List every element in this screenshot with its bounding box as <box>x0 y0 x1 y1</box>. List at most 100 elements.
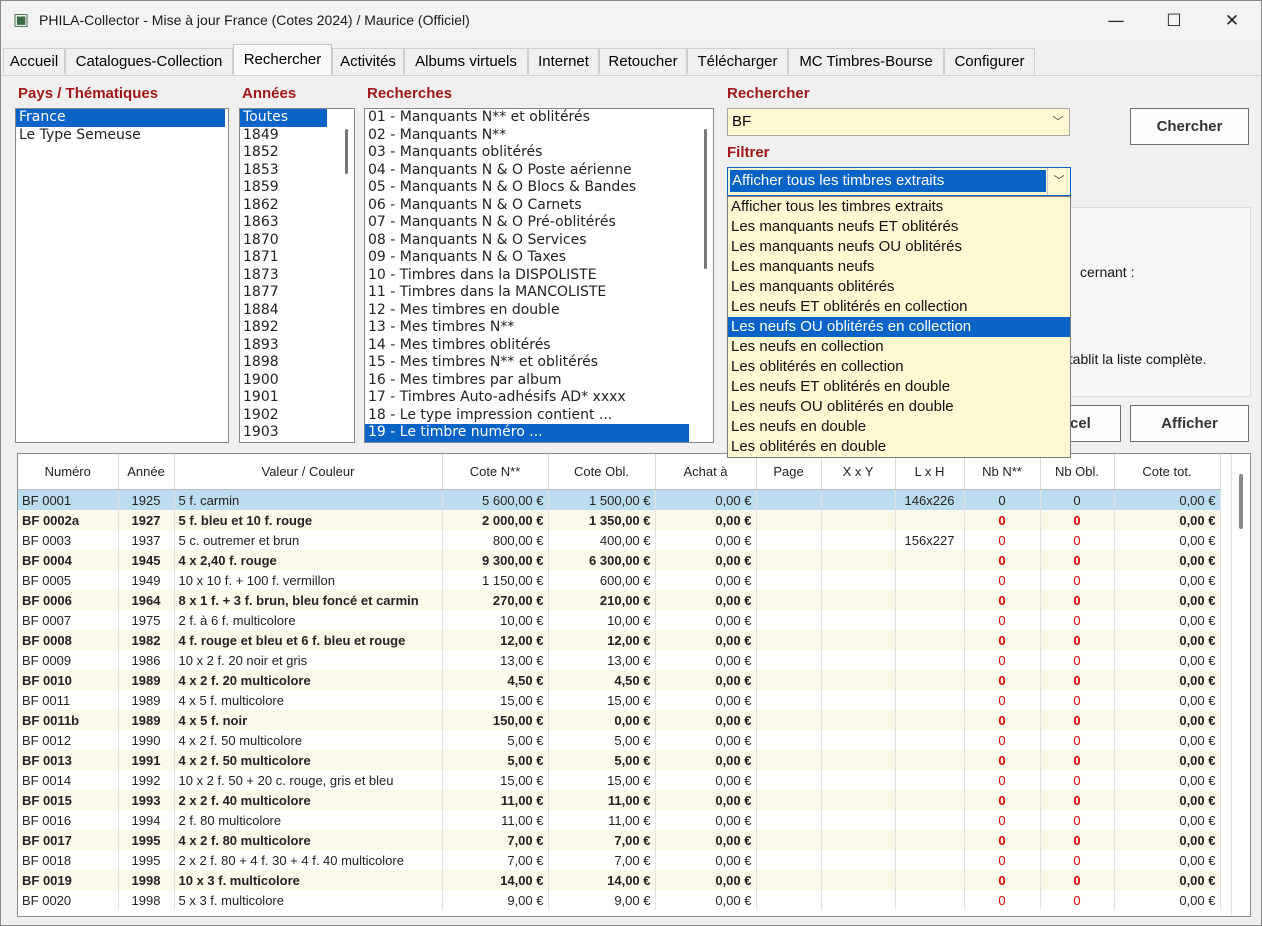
grid-scroll-thumb[interactable] <box>1239 474 1243 529</box>
recherche-item[interactable]: 09 - Manquants N & O Taxes <box>365 249 713 267</box>
table-row[interactable]: BF 0011 1989 4 x 5 f. multicolore 15,00 €15… <box>18 690 1221 710</box>
column-header[interactable]: Cote tot. <box>1114 454 1221 490</box>
recherche-item[interactable]: 07 - Manquants N & O Pré-oblitérés <box>365 214 713 232</box>
recherche-item[interactable]: 03 - Manquants oblitérés <box>365 144 713 162</box>
tab-retoucher[interactable]: Retoucher <box>599 48 687 74</box>
minimize-button[interactable]: — <box>1087 1 1145 41</box>
grid-scrollbar[interactable] <box>1231 454 1250 916</box>
column-header[interactable]: X x Y <box>821 454 896 490</box>
tab-rechercher[interactable]: Rechercher <box>233 44 332 75</box>
table-row[interactable]: BF 0014 1992 10 x 2 f. 50 + 20 c. rouge, g… <box>18 770 1221 790</box>
annee-item[interactable]: 1884 <box>240 302 354 320</box>
filtrer-option[interactable]: Les manquants neufs ET oblitérés <box>728 217 1070 237</box>
annee-item[interactable]: 1859 <box>240 179 354 197</box>
filtrer-option[interactable]: Les neufs ET oblitérés en double <box>728 377 1070 397</box>
recherche-item[interactable]: 18 - Le type impression contient ... <box>365 407 713 425</box>
filtrer-dropdown-list[interactable]: Afficher tous les timbres extraits Les ma… <box>727 196 1071 458</box>
table-row[interactable]: BF 0011b 1989 4 x 5 f. noir 150,00 €0,00 €0… <box>18 710 1221 730</box>
column-header[interactable]: Numéro <box>18 454 119 490</box>
recherche-item[interactable]: 17 - Timbres Auto-adhésifs AD* xxxx <box>365 389 713 407</box>
table-row[interactable]: BF 0017 1995 4 x 2 f. 80 multicolore 7,00 €… <box>18 830 1221 850</box>
annees-scroll-thumb[interactable] <box>345 129 348 174</box>
results-grid[interactable]: Numéro Année Valeur / Couleur Cote N** Cote … <box>17 453 1251 917</box>
annee-item[interactable]: 1877 <box>240 284 354 302</box>
table-row[interactable]: BF 0002a 1927 5 f. bleu et 10 f. rouge 2 00… <box>18 510 1221 530</box>
filtrer-option[interactable]: Les neufs en double <box>728 417 1070 437</box>
recherche-item[interactable]: 16 - Mes timbres par album <box>365 372 713 390</box>
filtrer-combo[interactable]: Afficher tous les timbres extraits ﹀ <box>727 167 1071 196</box>
annee-item[interactable]: 1870 <box>240 232 354 250</box>
filtrer-option[interactable]: Les neufs ET oblitérés en collection <box>728 297 1070 317</box>
recherche-item[interactable]: 01 - Manquants N** et oblitérés <box>365 109 713 127</box>
tab-activites[interactable]: Activités <box>332 48 404 74</box>
annee-item[interactable]: 1852 <box>240 144 354 162</box>
table-row[interactable]: BF 0013 1991 4 x 2 f. 50 multicolore 5,00 €… <box>18 750 1221 770</box>
filtrer-option[interactable]: Les neufs OU oblitérés en collection <box>728 317 1070 337</box>
maximize-button[interactable]: ☐ <box>1145 1 1203 41</box>
filtrer-option[interactable]: Les oblitérés en double <box>728 437 1070 457</box>
annee-item[interactable]: 1849 <box>240 127 354 145</box>
table-row[interactable]: BF 0001 1925 5 f. carmin 5 600,00 €1 500,00… <box>18 489 1221 510</box>
recherche-item[interactable]: 12 - Mes timbres en double <box>365 302 713 320</box>
column-header[interactable]: Nb Obl. <box>1040 454 1115 490</box>
table-row[interactable]: BF 0007 1975 2 f. à 6 f. multicolore 10,00 … <box>18 610 1221 630</box>
chevron-down-icon[interactable]: ﹀ <box>1047 168 1070 195</box>
tab-telecharger[interactable]: Télécharger <box>687 48 788 74</box>
table-row[interactable]: BF 0020 1998 5 x 3 f. multicolore 9,00 €9,0… <box>18 890 1221 910</box>
filtrer-option[interactable]: Les manquants neufs <box>728 257 1070 277</box>
filtrer-option[interactable]: Afficher tous les timbres extraits <box>728 197 1070 217</box>
annees-scrollbar[interactable] <box>340 109 354 442</box>
recherche-item[interactable]: 13 - Mes timbres N** <box>365 319 713 337</box>
table-row[interactable]: BF 0008 1982 4 f. rouge et bleu et 6 f. bl… <box>18 630 1221 650</box>
annee-item[interactable]: 1893 <box>240 337 354 355</box>
table-row[interactable]: BF 0005 1949 10 x 10 f. + 100 f. vermillon… <box>18 570 1221 590</box>
table-row[interactable]: BF 0004 1945 4 x 2,40 f. rouge 9 300,00 €6 … <box>18 550 1221 570</box>
recherche-item[interactable]: 15 - Mes timbres N** et oblitérés <box>365 354 713 372</box>
column-header[interactable]: Valeur / Couleur <box>174 454 443 490</box>
filtrer-option[interactable]: Les manquants oblitérés <box>728 277 1070 297</box>
pays-listbox[interactable]: France Le Type Semeuse <box>15 108 229 443</box>
column-header[interactable]: Cote Obl. <box>548 454 656 490</box>
tab-catalogues-collection[interactable]: Catalogues-Collection <box>65 48 233 74</box>
annee-item[interactable]: 1871 <box>240 249 354 267</box>
column-header[interactable]: Nb N** <box>964 454 1041 490</box>
annee-item[interactable]: 1862 <box>240 197 354 215</box>
tab-configurer[interactable]: Configurer <box>944 48 1035 74</box>
recherche-item[interactable]: 05 - Manquants N & O Blocs & Bandes <box>365 179 713 197</box>
table-row[interactable]: BF 0016 1994 2 f. 80 multicolore 11,00 €11,… <box>18 810 1221 830</box>
column-header[interactable]: Année <box>118 454 175 490</box>
recherche-item[interactable]: 11 - Timbres dans la MANCOLISTE <box>365 284 713 302</box>
table-row[interactable]: BF 0018 1995 2 x 2 f. 80 + 4 f. 30 + 4 f. … <box>18 850 1221 870</box>
filtrer-option[interactable]: Les manquants neufs OU oblitérés <box>728 237 1070 257</box>
table-row[interactable]: BF 0010 1989 4 x 2 f. 20 multicolore 4,50 €… <box>18 670 1221 690</box>
column-header[interactable]: L x H <box>895 454 965 490</box>
tab-mc-timbres-bourse[interactable]: MC Timbres-Bourse <box>788 48 944 74</box>
rechercher-combo[interactable]: BF ﹀ <box>727 108 1070 136</box>
annee-item[interactable]: Toutes <box>240 109 327 127</box>
recherches-listbox[interactable]: 01 - Manquants N** et oblitérés 02 - Manq… <box>364 108 714 443</box>
annee-item[interactable]: 1892 <box>240 319 354 337</box>
annee-item[interactable]: 1903 <box>240 424 354 442</box>
annee-item[interactable]: 1902 <box>240 407 354 425</box>
annee-item[interactable]: 1898 <box>240 354 354 372</box>
column-header[interactable]: Achat à <box>655 454 757 490</box>
filtrer-option[interactable]: Les oblitérés en collection <box>728 357 1070 377</box>
annee-item[interactable]: 1853 <box>240 162 354 180</box>
annee-item[interactable]: 1901 <box>240 389 354 407</box>
table-row[interactable]: BF 0003 1937 5 c. outremer et brun 800,00 €… <box>18 530 1221 550</box>
recherche-item[interactable]: 14 - Mes timbres oblitérés <box>365 337 713 355</box>
annee-item[interactable]: 1900 <box>240 372 354 390</box>
recherche-item[interactable]: 10 - Timbres dans la DISPOLISTE <box>365 267 713 285</box>
table-row[interactable]: BF 0006 1964 8 x 1 f. + 3 f. brun, bleu fo… <box>18 590 1221 610</box>
table-row[interactable]: BF 0009 1986 10 x 2 f. 20 noir et gris 13,0… <box>18 650 1221 670</box>
afficher-button[interactable]: Afficher <box>1130 405 1249 442</box>
recherche-item[interactable]: 02 - Manquants N** <box>365 127 713 145</box>
recherche-item[interactable]: 19 - Le timbre numéro ... <box>365 424 689 442</box>
table-row[interactable]: BF 0012 1990 4 x 2 f. 50 multicolore 5,00 €… <box>18 730 1221 750</box>
recherches-scrollbar[interactable] <box>699 109 713 442</box>
chevron-down-icon[interactable]: ﹀ <box>1047 109 1069 135</box>
annees-listbox[interactable]: Toutes 1849 1852 1853 1859 1862 1863 1870 1871 18… <box>239 108 355 443</box>
table-row[interactable]: BF 0019 1998 10 x 3 f. multicolore 14,00 €1… <box>18 870 1221 890</box>
recherche-item[interactable]: 08 - Manquants N & O Services <box>365 232 713 250</box>
tab-internet[interactable]: Internet <box>528 48 599 74</box>
